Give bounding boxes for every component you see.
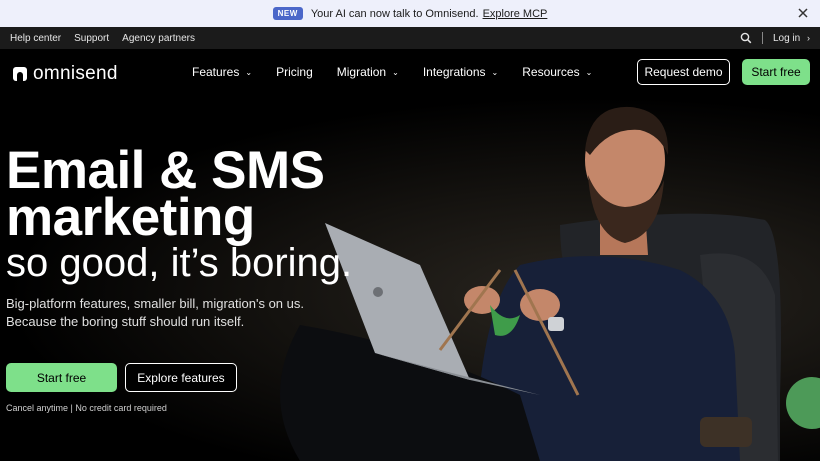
nav-item-features[interactable]: Features ⌄ xyxy=(192,65,252,79)
subtext-line-1: Big-platform features, smaller bill, mig… xyxy=(6,296,304,311)
agency-partners-link[interactable]: Agency partners xyxy=(122,33,195,44)
chevron-down-icon: ⌄ xyxy=(245,67,253,77)
chevron-down-icon: ⌄ xyxy=(392,67,399,77)
main-nav: omnisend Features ⌄ Pricing Migration ⌄ … xyxy=(0,49,820,95)
chevron-down-icon: ⌄ xyxy=(585,67,593,77)
nav-menu: Features ⌄ Pricing Migration ⌄ Integrati… xyxy=(192,49,616,95)
start-free-nav-button[interactable]: Start free xyxy=(742,59,810,85)
announcement-text: Your AI can now talk to Omnisend. xyxy=(310,7,479,20)
chevron-down-icon: ⌄ xyxy=(491,67,499,77)
login-link[interactable]: Log in › xyxy=(773,33,810,44)
nav-item-label: Features xyxy=(192,65,240,79)
hero-section: Email & SMS marketing so good, it’s bori… xyxy=(0,95,820,461)
nav-item-integrations[interactable]: Integrations ⌄ xyxy=(423,65,498,79)
brand-name: omnisend xyxy=(33,63,118,84)
nav-item-label: Migration xyxy=(336,65,387,79)
help-center-link[interactable]: Help center xyxy=(10,33,61,44)
nav-item-resources[interactable]: Resources ⌄ xyxy=(522,65,592,79)
support-link[interactable]: Support xyxy=(74,33,109,44)
hero-headline-light: so good, it’s boring. xyxy=(6,241,353,285)
headline-line-1: Email & SMS xyxy=(6,141,325,200)
hero-subtext: Big-platform features, smaller bill, mig… xyxy=(6,295,326,331)
hero-headline: Email & SMS marketing xyxy=(6,141,366,247)
headline-line-2: marketing xyxy=(6,188,255,247)
nav-item-label: Integrations xyxy=(422,65,486,79)
new-badge: NEW xyxy=(272,7,303,20)
utility-bar: Help center Support Agency partners Log … xyxy=(0,27,820,49)
nav-item-migration[interactable]: Migration ⌄ xyxy=(337,65,399,79)
fine-print: Cancel anytime | No credit card required xyxy=(6,403,167,413)
nav-item-label: Resources xyxy=(522,65,580,79)
request-demo-button[interactable]: Request demo xyxy=(637,59,730,85)
explore-mcp-link[interactable]: Explore MCP xyxy=(483,8,548,20)
login-label: Log in xyxy=(772,32,801,44)
nav-item-label: Pricing xyxy=(276,65,313,79)
brand-logo[interactable]: omnisend xyxy=(13,63,118,85)
subtext-line-2: Because the boring stuff should run itse… xyxy=(6,314,245,329)
explore-features-button[interactable]: Explore features xyxy=(125,363,237,392)
announcement-bar: NEW Your AI can now talk to Omnisend. Ex… xyxy=(0,0,820,27)
nav-item-pricing[interactable]: Pricing xyxy=(276,65,313,79)
close-icon[interactable] xyxy=(796,6,810,20)
search-icon[interactable] xyxy=(740,32,752,44)
omnisend-logo-icon xyxy=(13,67,27,81)
chevron-right-icon: › xyxy=(807,32,810,43)
utility-divider xyxy=(761,32,763,44)
start-free-button[interactable]: Start free xyxy=(6,363,117,392)
